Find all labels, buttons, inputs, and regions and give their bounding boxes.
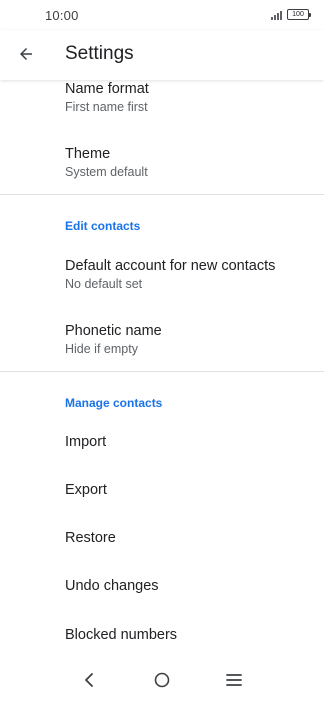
item-blocked-numbers[interactable]: Blocked numbers bbox=[65, 627, 177, 643]
pref-theme[interactable]: Theme System default bbox=[65, 146, 148, 179]
pref-title: Phonetic name bbox=[65, 323, 162, 339]
pref-summary: System default bbox=[65, 165, 148, 179]
section-header-edit-contacts: Edit contacts bbox=[65, 219, 141, 233]
settings-screen: 10:00 100 Settings Name format First nam… bbox=[0, 0, 324, 702]
status-bar: 10:00 100 bbox=[0, 0, 324, 30]
nav-home-icon bbox=[154, 672, 170, 688]
app-bar: Settings bbox=[0, 30, 324, 80]
battery-icon: 100 bbox=[287, 9, 311, 20]
signal-icon bbox=[271, 11, 283, 20]
item-undo-changes[interactable]: Undo changes bbox=[65, 578, 159, 594]
item-import[interactable]: Import bbox=[65, 434, 106, 450]
divider bbox=[0, 371, 324, 372]
item-restore[interactable]: Restore bbox=[65, 530, 116, 546]
pref-title: Default account for new contacts bbox=[65, 258, 276, 274]
nav-home-button[interactable] bbox=[149, 667, 175, 693]
pref-title: Theme bbox=[65, 146, 111, 162]
pref-summary: First name first bbox=[65, 100, 148, 114]
status-time: 10:00 bbox=[45, 8, 79, 23]
pref-summary: No default set bbox=[65, 277, 143, 291]
pref-title: Name format bbox=[65, 81, 149, 97]
nav-back-icon bbox=[85, 673, 93, 687]
section-header-manage-contacts: Manage contacts bbox=[65, 396, 163, 410]
arrow-back-icon bbox=[20, 48, 32, 60]
navigation-bar bbox=[0, 658, 324, 702]
back-button[interactable] bbox=[12, 40, 40, 68]
pref-default-account[interactable]: Default account for new contacts No defa… bbox=[65, 258, 275, 291]
nav-menu-button[interactable] bbox=[221, 667, 247, 693]
pref-name-format[interactable]: Name format First name first bbox=[65, 81, 149, 114]
nav-menu-icon bbox=[226, 674, 242, 686]
nav-back-button[interactable] bbox=[77, 667, 103, 693]
pref-phonetic-name[interactable]: Phonetic name Hide if empty bbox=[65, 323, 162, 356]
page-title: Settings bbox=[65, 43, 134, 64]
divider bbox=[0, 194, 324, 195]
item-export[interactable]: Export bbox=[65, 482, 107, 498]
pref-summary: Hide if empty bbox=[65, 342, 138, 356]
